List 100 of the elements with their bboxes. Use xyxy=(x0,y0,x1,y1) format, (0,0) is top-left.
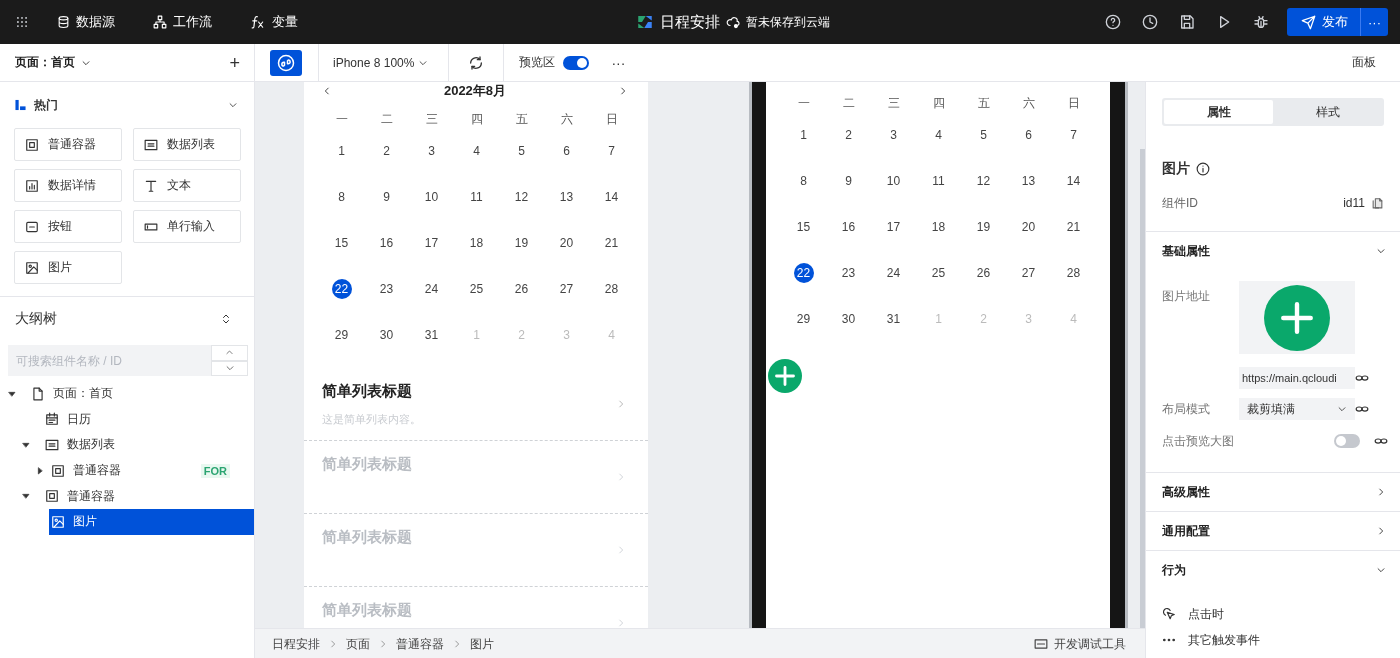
calendar-day[interactable]: 13 xyxy=(1018,171,1039,191)
breadcrumb-item[interactable]: 普通容器 xyxy=(396,635,444,653)
prev-month-button[interactable] xyxy=(322,86,332,96)
flowchart-icon[interactable] xyxy=(153,15,167,29)
calendar-day[interactable]: 18 xyxy=(928,217,949,237)
component-item[interactable]: 单行输入 xyxy=(133,210,241,243)
calendar-day[interactable]: 3 xyxy=(421,141,442,161)
device-dropdown[interactable]: iPhone 8 100% xyxy=(319,55,449,70)
page-selector[interactable]: 页面：首页 xyxy=(15,54,91,71)
calendar-day[interactable]: 23 xyxy=(376,279,397,299)
calendar-day[interactable]: 9 xyxy=(838,171,859,191)
caret-down-icon[interactable] xyxy=(22,492,30,501)
calendar-day[interactable]: 27 xyxy=(1018,263,1039,283)
calendar-day[interactable]: 1 xyxy=(793,125,814,145)
calendar-day[interactable]: 1 xyxy=(331,141,352,161)
component-item[interactable]: 普通容器 xyxy=(14,128,122,161)
chevron-down-icon[interactable] xyxy=(228,100,238,110)
calendar-day[interactable]: 5 xyxy=(511,141,532,161)
component-item[interactable]: 数据列表 xyxy=(133,128,241,161)
calendar-day[interactable]: 23 xyxy=(838,263,859,283)
component-item[interactable]: 文本 xyxy=(133,169,241,202)
calendar-day[interactable]: 2 xyxy=(838,125,859,145)
plus-circle-icon[interactable] xyxy=(768,359,802,393)
more-button[interactable]: ··· xyxy=(611,54,626,71)
event-item[interactable]: 点击时 xyxy=(1188,605,1224,623)
calendar-day[interactable]: 8 xyxy=(793,171,814,191)
calendar-day[interactable]: 31 xyxy=(883,309,904,329)
calendar-day[interactable]: 20 xyxy=(556,233,577,253)
next-month-button[interactable] xyxy=(618,86,628,96)
add-page-button[interactable]: + xyxy=(229,53,240,72)
calendar-day[interactable]: 19 xyxy=(973,217,994,237)
link-icon[interactable] xyxy=(1374,436,1388,446)
calendar-day[interactable]: 29 xyxy=(331,325,352,345)
component-item[interactable]: 图片 xyxy=(14,251,122,284)
calendar-day[interactable]: 25 xyxy=(928,263,949,283)
link-icon[interactable] xyxy=(1355,373,1369,383)
calendar-day[interactable]: 28 xyxy=(1063,263,1084,283)
tree-item[interactable]: 普通容器 FOR xyxy=(49,457,254,484)
caret-down-icon[interactable] xyxy=(22,441,30,449)
calendar-day[interactable]: 29 xyxy=(793,309,814,329)
section-header[interactable]: 基础属性 xyxy=(1146,232,1400,270)
breadcrumb-item[interactable]: 页面 xyxy=(346,635,370,653)
toggle-switch[interactable] xyxy=(563,55,590,70)
calendar-day[interactable]: 10 xyxy=(421,187,442,207)
link-icon[interactable] xyxy=(1355,404,1369,414)
calendar-day[interactable]: 19 xyxy=(511,233,532,253)
breadcrumb-item[interactable]: 日程安排 xyxy=(272,635,320,653)
calendar-day[interactable]: 20 xyxy=(1018,217,1039,237)
component-item[interactable]: 数据详情 xyxy=(14,169,122,202)
mini-program-button[interactable] xyxy=(270,49,302,76)
tree-item[interactable]: 数据列表 xyxy=(43,432,254,458)
help-button[interactable] xyxy=(1105,14,1121,30)
nav-item[interactable]: 工作流 xyxy=(153,13,212,31)
calendar-day[interactable]: 14 xyxy=(1063,171,1084,191)
calendar-day[interactable]: 22 xyxy=(793,263,814,283)
section-header[interactable]: 通用配置 xyxy=(1146,512,1400,550)
calendar-day[interactable]: 18 xyxy=(466,233,487,253)
section-header[interactable]: 行为 xyxy=(1146,551,1400,589)
calendar-day[interactable]: 11 xyxy=(466,187,487,207)
calendar-day[interactable]: 12 xyxy=(973,171,994,191)
calendar-day[interactable]: 16 xyxy=(376,233,397,253)
calendar-day[interactable]: 10 xyxy=(883,171,904,191)
publish-button[interactable]: 发布 xyxy=(1287,8,1360,36)
scrollbar[interactable] xyxy=(1140,149,1145,628)
function-icon[interactable] xyxy=(250,15,266,29)
calendar-day[interactable]: 22 xyxy=(331,279,352,299)
calendar-day[interactable]: 6 xyxy=(556,141,577,161)
calendar-day[interactable]: 24 xyxy=(883,263,904,283)
toggle-switch[interactable] xyxy=(1334,434,1360,448)
copy-icon[interactable] xyxy=(1371,196,1384,210)
layout-mode-select[interactable]: 裁剪填满 xyxy=(1239,398,1355,420)
calendar-day[interactable]: 3 xyxy=(883,125,904,145)
calendar-day[interactable]: 17 xyxy=(883,217,904,237)
calendar-day[interactable]: 6 xyxy=(1018,125,1039,145)
search-field[interactable]: 可搜索组件名称 / ID xyxy=(8,345,211,376)
component-item[interactable]: 按钮 xyxy=(14,210,122,243)
debug-button[interactable] xyxy=(1253,14,1269,30)
calendar-day[interactable]: 5 xyxy=(973,125,994,145)
panel-tab[interactable]: 样式 xyxy=(1273,100,1382,124)
publish-more-button[interactable]: ··· xyxy=(1360,8,1388,36)
calendar-day[interactable]: 25 xyxy=(466,279,487,299)
calendar-day[interactable]: 26 xyxy=(973,263,994,283)
calendar-day[interactable]: 14 xyxy=(601,187,622,207)
calendar-day[interactable]: 4 xyxy=(466,141,487,161)
calendar-day[interactable]: 11 xyxy=(928,171,949,191)
expand-collapse-icon[interactable] xyxy=(220,312,232,326)
calendar-day[interactable]: 21 xyxy=(601,233,622,253)
section-header[interactable]: 高级属性 xyxy=(1146,473,1400,511)
grid-icon[interactable] xyxy=(15,15,29,29)
calendar-day[interactable]: 15 xyxy=(793,217,814,237)
calendar-day[interactable]: 8 xyxy=(331,187,352,207)
history-button[interactable] xyxy=(1142,14,1158,30)
caret-down-icon[interactable] xyxy=(8,389,16,398)
panel-label[interactable]: 面板 xyxy=(1352,54,1376,71)
calendar-day[interactable]: 17 xyxy=(421,233,442,253)
calendar-day[interactable]: 7 xyxy=(1063,125,1084,145)
calendar-day[interactable]: 24 xyxy=(421,279,442,299)
dev-tools-button[interactable]: 开发调试工具 xyxy=(1034,635,1126,653)
nav-item[interactable]: 变量 xyxy=(250,13,298,31)
tree-item[interactable]: 日历 xyxy=(43,406,254,433)
